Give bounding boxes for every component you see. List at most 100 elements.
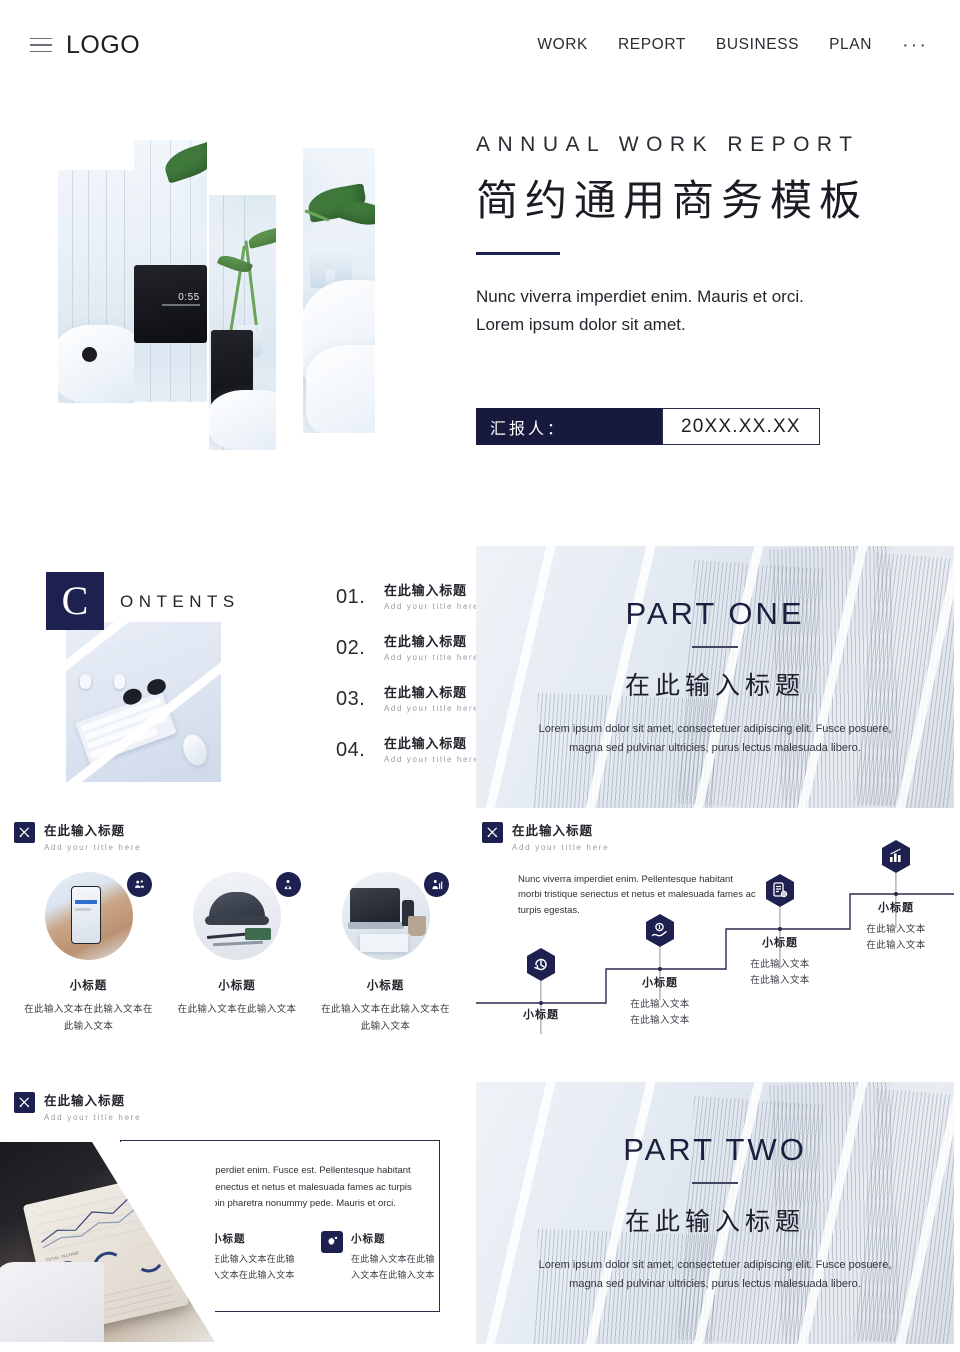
hero-description: Nunc viverra imperdiet enim. Mauris et o…	[476, 283, 906, 338]
stair-node-3[interactable]	[765, 874, 795, 969]
contents-item-number: 04.	[336, 739, 366, 761]
hero-kicker: ANNUAL WORK REPORT	[476, 133, 860, 156]
part-two-title-cn: 在此输入标题	[624, 1206, 805, 1236]
person-coin-icon	[275, 872, 301, 897]
section-title: 在此输入标题	[44, 823, 126, 838]
contents-item-title: 在此输入标题	[384, 584, 467, 599]
cap-and-stationery-photo	[193, 872, 281, 960]
bedroom-scene-photo	[303, 148, 375, 433]
contents-word: ONTENTS	[120, 592, 240, 611]
contents-item-subtitle: Add your title here	[384, 602, 480, 611]
more-options-icon[interactable]: ···	[902, 35, 928, 55]
feature-circle-3[interactable]: 小标题 在此输入文本在此输入文本在此输入文本	[319, 872, 452, 1035]
collage-panel-2: 0:55	[134, 140, 207, 402]
stair-node-1[interactable]	[526, 948, 556, 1034]
part-one-title-cn: 在此输入标题	[624, 670, 805, 700]
nav-item-work[interactable]: WORK	[537, 36, 588, 54]
contents-letter-badge: C	[46, 572, 104, 630]
desk-laptop-notebook-photo	[341, 872, 430, 960]
contents-letter: C	[61, 578, 89, 623]
card-item-2[interactable]: 小标题 在此输入文本在此输入文本在此输入文本	[321, 1230, 439, 1284]
hero-image-collage: 0:55	[58, 140, 403, 450]
stair-title: 小标题	[762, 936, 798, 949]
feature-title: 小标题	[69, 978, 108, 992]
bedroom-scene-photo	[209, 195, 276, 450]
stair-node-4[interactable]	[881, 840, 911, 928]
nav-item-report[interactable]: REPORT	[618, 36, 686, 54]
feature-description: 在此输入文本在此输入文本在此输入文本	[24, 1004, 153, 1032]
contents-item-number: 01.	[336, 586, 366, 608]
earbud-left	[80, 674, 91, 689]
stair-desc: 在此输入文本 在此输入文本	[866, 924, 926, 952]
card-item-title: 小标题	[351, 1232, 386, 1245]
bedroom-scene-photo	[58, 170, 134, 403]
report-date-value: 20XX.XX.XX	[662, 408, 820, 445]
contents-item-subtitle: Add your title here	[384, 755, 480, 764]
card-item-desc: 在此输入文本在此输入文本在此输入文本	[211, 1254, 295, 1282]
part-two-title-en: PART TWO	[623, 1132, 807, 1167]
nav-brand-group[interactable]: LOGO	[30, 31, 140, 60]
contents-item-title: 在此输入标题	[384, 635, 467, 650]
tools-icon	[14, 1092, 35, 1113]
hero-description-line-2: Lorem ipsum dolor sit amet.	[476, 314, 686, 334]
stair-title: 小标题	[523, 1008, 559, 1021]
part-two-divider	[692, 1182, 738, 1184]
logo-text[interactable]: LOGO	[66, 31, 140, 60]
contents-item-subtitle: Add your title here	[384, 704, 480, 713]
contents-item-title: 在此输入标题	[384, 686, 467, 701]
part-one-divider	[692, 646, 738, 648]
contents-item-title: 在此输入标题	[384, 737, 467, 752]
contents-photo	[66, 622, 221, 782]
diagonal-mask	[92, 1142, 215, 1342]
card-item-title: 小标题	[211, 1232, 246, 1245]
collage-panel-1	[58, 170, 134, 403]
stair-label-4: 小标题 在此输入文本 在此输入文本	[841, 899, 951, 954]
earbud-right	[114, 674, 125, 689]
card-item-desc: 在此输入文本在此输入文本在此输入文本	[351, 1254, 435, 1282]
stair-desc: 在此输入文本 在此输入文本	[630, 999, 690, 1027]
nav-item-business[interactable]: BUSINESS	[716, 36, 799, 54]
feature-circle-2[interactable]: 小标题 在此输入文本在此输入文本	[171, 872, 304, 1035]
section-header-right-middle: 在此输入标题 Add your title here	[482, 820, 609, 852]
collage-panel-4	[303, 148, 375, 433]
gear-network-icon	[321, 1230, 343, 1253]
part-one-banner: PART ONE 在此输入标题 Lorem ipsum dolor sit am…	[476, 546, 954, 808]
stair-node-2[interactable]	[645, 914, 675, 1000]
tablet-device: 0:55	[134, 265, 207, 343]
feature-title: 小标题	[366, 978, 405, 992]
three-feature-circles: 小标题 在此输入文本在此输入文本在此输入文本 小标题 在此输入文本在此输入文本 …	[22, 872, 452, 1035]
hand-coin-icon	[646, 914, 674, 947]
stair-label-3: 小标题 在此输入文本 在此输入文本	[725, 934, 835, 989]
hamburger-icon[interactable]	[30, 37, 52, 53]
part-one-title-en: PART ONE	[625, 596, 805, 631]
bar-chart-icon	[882, 840, 910, 873]
part-two-banner: PART TWO 在此输入标题 Lorem ipsum dolor sit am…	[476, 1082, 954, 1344]
person-chart-icon	[424, 872, 449, 897]
stair-label-1: 小标题	[486, 1006, 596, 1022]
staircase-process-diagram: Nunc viverra imperdiet enim. Pellentesqu…	[476, 840, 954, 1046]
nav-item-plan[interactable]: PLAN	[829, 36, 872, 54]
section-header-left-middle: 在此输入标题 Add your title here	[14, 820, 141, 852]
document-gear-icon	[766, 874, 794, 907]
hero-text-block: ANNUAL WORK REPORT 简约通用商务模板 Nunc viverra…	[476, 133, 906, 338]
section-title: 在此输入标题	[44, 1093, 126, 1108]
bedroom-scene-photo: 0:55	[134, 140, 207, 402]
card-feature-items: 小标题 在此输入文本在此输入文本在此输入文本 小标题 在此输入文本在此输入文本在…	[181, 1230, 439, 1284]
contents-item-subtitle: Add your title here	[384, 653, 480, 662]
feature-description: 在此输入文本在此输入文本	[177, 1004, 297, 1015]
contents-item-number: 03.	[336, 688, 366, 710]
slide-preview-page: LOGO WORK REPORT BUSINESS PLAN ··· 0:55 …	[0, 0, 960, 1352]
nav-menu: WORK REPORT BUSINESS PLAN ···	[537, 35, 928, 55]
stair-title: 小标题	[878, 901, 914, 914]
section-title: 在此输入标题	[512, 823, 594, 838]
section-subtitle: Add your title here	[44, 843, 142, 852]
feature-circle-1[interactable]: 小标题 在此输入文本在此输入文本在此输入文本	[22, 872, 155, 1035]
hero-description-line-1: Nunc viverra imperdiet enim. Mauris et o…	[476, 287, 804, 306]
person-holding-tablet-dashboard-photo: TOTAL INCOME	[0, 1142, 215, 1342]
handshake-people-icon	[127, 872, 152, 897]
contents-section: C ONTENTS 01. 在此输入标题 Add your title here…	[46, 572, 478, 787]
section-subtitle: Add your title here	[44, 1113, 142, 1122]
feature-description: 在此输入文本在此输入文本在此输入文本	[321, 1004, 450, 1032]
reporter-date-badge: 汇报人： 20XX.XX.XX	[476, 408, 820, 445]
reporter-label: 汇报人：	[476, 408, 662, 445]
